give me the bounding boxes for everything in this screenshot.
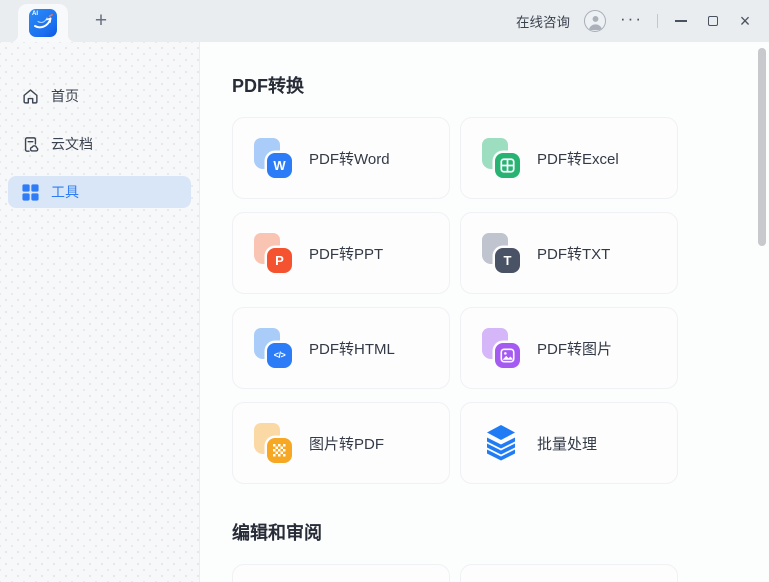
pdf-to-image-icon (481, 328, 521, 368)
pdf-to-excel-icon (481, 138, 521, 178)
close-button[interactable]: × (736, 12, 754, 30)
tool-label: PDF转TXT (537, 243, 610, 264)
tool-card-pdf-to-html[interactable]: </> PDF转HTML (232, 307, 450, 389)
tool-card-pdf-to-txt[interactable]: T PDF转TXT (460, 212, 678, 294)
tool-card-batch-process[interactable]: 批量处理 (460, 402, 678, 484)
edit-review-grid (232, 564, 769, 582)
cloud-doc-icon (21, 135, 40, 154)
tool-label: 图片转PDF (309, 433, 384, 454)
app-tab[interactable]: AI (18, 4, 68, 42)
person-icon (586, 12, 605, 31)
titlebar-right: 在线咨询 ··· × (516, 10, 769, 33)
minimize-button[interactable] (672, 12, 690, 30)
sidebar-item-label: 工具 (51, 182, 79, 202)
sidebar-item-tools[interactable]: 工具 (8, 176, 191, 208)
tool-card-partial[interactable] (232, 564, 450, 582)
new-tab-button[interactable]: + (88, 8, 114, 34)
tool-card-pdf-to-excel[interactable]: PDF转Excel (460, 117, 678, 199)
online-consult-link[interactable]: 在线咨询 (516, 11, 570, 31)
user-avatar[interactable] (584, 10, 606, 32)
tool-label: PDF转Excel (537, 148, 619, 169)
tool-card-pdf-to-word[interactable]: W PDF转Word (232, 117, 450, 199)
vertical-scrollbar-thumb[interactable] (758, 48, 766, 246)
rocket-swoosh-icon (29, 9, 57, 37)
tool-label: 批量处理 (537, 433, 597, 454)
app-logo-icon: AI (29, 9, 57, 37)
section-title-pdf-convert: PDF转换 (232, 73, 769, 99)
tool-label: PDF转图片 (537, 338, 612, 359)
tools-grid: W PDF转Word PDF转Excel P PDF转PPT (232, 117, 769, 484)
sidebar-item-home[interactable]: 首页 (8, 80, 191, 112)
tool-label: PDF转Word (309, 148, 390, 169)
tool-label: PDF转PPT (309, 243, 383, 264)
pdf-to-ppt-icon: P (253, 233, 293, 273)
pdf-to-word-icon: W (253, 138, 293, 178)
tool-label: PDF转HTML (309, 338, 395, 359)
sidebar-item-label: 云文档 (51, 134, 93, 154)
layers-stack-icon (481, 423, 521, 463)
tools-grid-icon (21, 183, 40, 202)
main-content: PDF转换 W PDF转Word PDF转Excel (200, 42, 769, 582)
titlebar-divider (657, 14, 658, 28)
minimize-icon (675, 20, 687, 22)
section-title-edit-review: 编辑和审阅 (232, 520, 769, 546)
sidebar: 首页 云文档 工具 (0, 42, 200, 582)
sidebar-item-label: 首页 (51, 86, 79, 106)
window-titlebar: AI + 在线咨询 ··· × (0, 0, 769, 42)
pdf-to-html-icon: </> (253, 328, 293, 368)
sidebar-item-cloud-docs[interactable]: 云文档 (8, 128, 191, 160)
maximize-button[interactable] (704, 12, 722, 30)
tool-card-image-to-pdf[interactable]: 图片转PDF (232, 402, 450, 484)
home-icon (21, 87, 40, 106)
tool-card-pdf-to-image[interactable]: PDF转图片 (460, 307, 678, 389)
tool-card-pdf-to-ppt[interactable]: P PDF转PPT (232, 212, 450, 294)
maximize-icon (708, 16, 718, 26)
pdf-to-txt-icon: T (481, 233, 521, 273)
tool-card-partial[interactable] (460, 564, 678, 582)
image-to-pdf-icon (253, 423, 293, 463)
more-menu-button[interactable]: ··· (620, 10, 643, 33)
